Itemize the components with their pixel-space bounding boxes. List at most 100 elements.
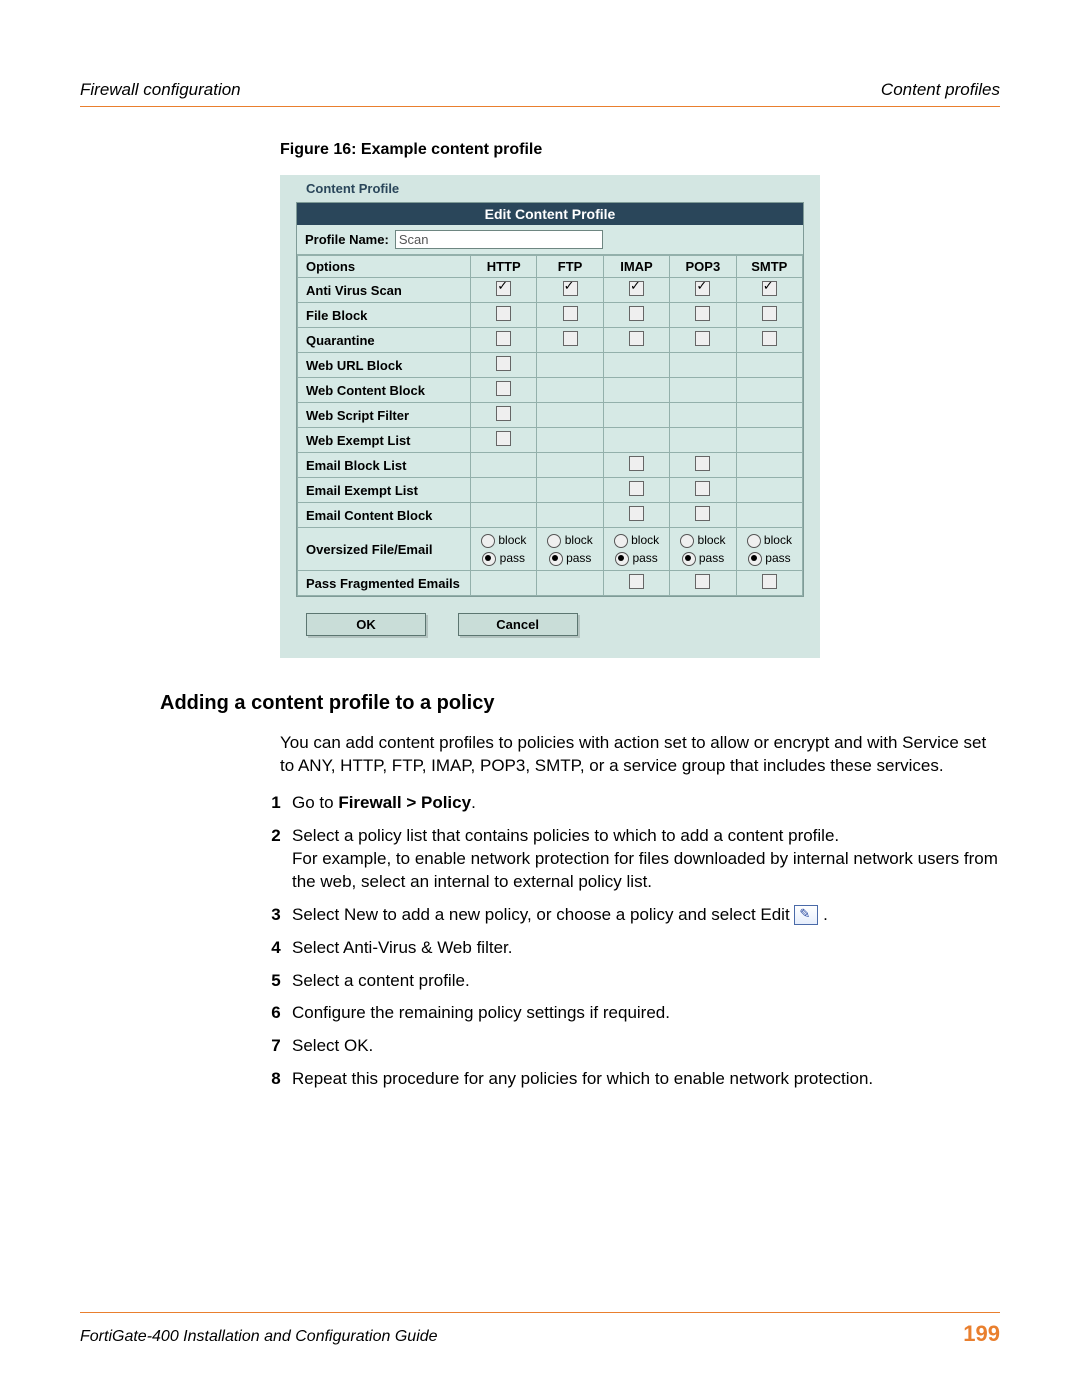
grid-cell (603, 503, 669, 528)
table-row: Email Block List (298, 453, 803, 478)
table-row: Quarantine (298, 328, 803, 353)
checkbox[interactable] (695, 506, 710, 521)
grid-cell (670, 303, 736, 328)
running-head: Firewall configuration Content profiles (80, 80, 1000, 107)
row-label: Pass Fragmented Emails (298, 571, 471, 596)
grid-cell (736, 503, 802, 528)
radio-pass[interactable] (549, 552, 563, 566)
grid-cell (603, 453, 669, 478)
checkbox[interactable] (496, 381, 511, 396)
checkbox[interactable] (496, 331, 511, 346)
grid-cell: block pass (670, 528, 736, 571)
grid-cell (471, 303, 537, 328)
step-number: 6 (260, 1002, 292, 1025)
row-label: Email Exempt List (298, 478, 471, 503)
grid-cell (537, 571, 603, 596)
step-number: 2 (260, 825, 292, 894)
radio-block[interactable] (481, 534, 495, 548)
table-row: Email Exempt List (298, 478, 803, 503)
grid-cell (537, 428, 603, 453)
content-profile-tab: Content Profile (296, 175, 411, 202)
grid-cell (471, 478, 537, 503)
row-label: Quarantine (298, 328, 471, 353)
checkbox[interactable] (695, 574, 710, 589)
checkbox[interactable] (629, 306, 644, 321)
table-row: Pass Fragmented Emails (298, 571, 803, 596)
checkbox[interactable] (496, 306, 511, 321)
checkbox[interactable] (695, 481, 710, 496)
grid-cell (471, 353, 537, 378)
checkbox[interactable] (629, 281, 644, 296)
checkbox[interactable] (762, 281, 777, 296)
grid-cell (537, 303, 603, 328)
checkbox[interactable] (762, 331, 777, 346)
checkbox[interactable] (563, 306, 578, 321)
grid-cell (736, 571, 802, 596)
table-row: Anti Virus Scan (298, 278, 803, 303)
row-label: Email Block List (298, 453, 471, 478)
radio-block[interactable] (614, 534, 628, 548)
radio-pass[interactable] (615, 552, 629, 566)
step-text: Select OK. (292, 1035, 1000, 1058)
step-text: Repeat this procedure for any policies f… (292, 1068, 1000, 1091)
ok-button[interactable]: OK (306, 613, 426, 636)
radio-block[interactable] (680, 534, 694, 548)
grid-cell (670, 428, 736, 453)
list-item: 6Configure the remaining policy settings… (260, 1002, 1000, 1025)
checkbox[interactable] (629, 481, 644, 496)
step-number: 3 (260, 904, 292, 927)
checkbox[interactable] (629, 574, 644, 589)
radio-block[interactable] (747, 534, 761, 548)
radio-pass[interactable] (748, 552, 762, 566)
radio-block[interactable] (547, 534, 561, 548)
grid-cell (736, 278, 802, 303)
checkbox[interactable] (629, 506, 644, 521)
row-label: Oversized File/Email (298, 528, 471, 571)
step-list: 1Go to Firewall > Policy.2Select a polic… (260, 792, 1000, 1091)
checkbox[interactable] (496, 281, 511, 296)
grid-cell (471, 453, 537, 478)
checkbox[interactable] (695, 306, 710, 321)
checkbox[interactable] (629, 456, 644, 471)
checkbox[interactable] (629, 331, 644, 346)
grid-cell (537, 378, 603, 403)
intro-paragraph: You can add content profiles to policies… (280, 732, 1000, 778)
checkbox[interactable] (496, 406, 511, 421)
running-head-right: Content profiles (881, 80, 1000, 100)
column-header: IMAP (603, 256, 669, 278)
grid-cell (670, 503, 736, 528)
grid-cell (603, 303, 669, 328)
radio-pass[interactable] (682, 552, 696, 566)
list-item: 4Select Anti-Virus & Web filter. (260, 937, 1000, 960)
checkbox[interactable] (695, 331, 710, 346)
checkbox[interactable] (563, 281, 578, 296)
checkbox[interactable] (762, 306, 777, 321)
grid-cell (670, 571, 736, 596)
content-profile-screenshot: Content Profile Edit Content Profile Pro… (280, 175, 820, 658)
profile-name-label: Profile Name: (305, 232, 389, 247)
grid-cell (537, 503, 603, 528)
grid-cell (670, 353, 736, 378)
checkbox[interactable] (496, 431, 511, 446)
grid-cell (537, 453, 603, 478)
radio-pass[interactable] (482, 552, 496, 566)
grid-cell (471, 278, 537, 303)
grid-cell (603, 571, 669, 596)
edit-content-profile-titlebar: Edit Content Profile (297, 203, 803, 225)
checkbox[interactable] (563, 331, 578, 346)
grid-cell (603, 353, 669, 378)
cancel-button[interactable]: Cancel (458, 613, 578, 636)
section-heading: Adding a content profile to a policy (160, 692, 1000, 715)
grid-cell (537, 353, 603, 378)
profile-name-input[interactable] (395, 230, 603, 249)
grid-cell (670, 328, 736, 353)
checkbox[interactable] (762, 574, 777, 589)
grid-cell (736, 303, 802, 328)
row-label: File Block (298, 303, 471, 328)
grid-cell (736, 478, 802, 503)
checkbox[interactable] (695, 281, 710, 296)
checkbox[interactable] (496, 356, 511, 371)
column-header: SMTP (736, 256, 802, 278)
row-label: Web Content Block (298, 378, 471, 403)
checkbox[interactable] (695, 456, 710, 471)
